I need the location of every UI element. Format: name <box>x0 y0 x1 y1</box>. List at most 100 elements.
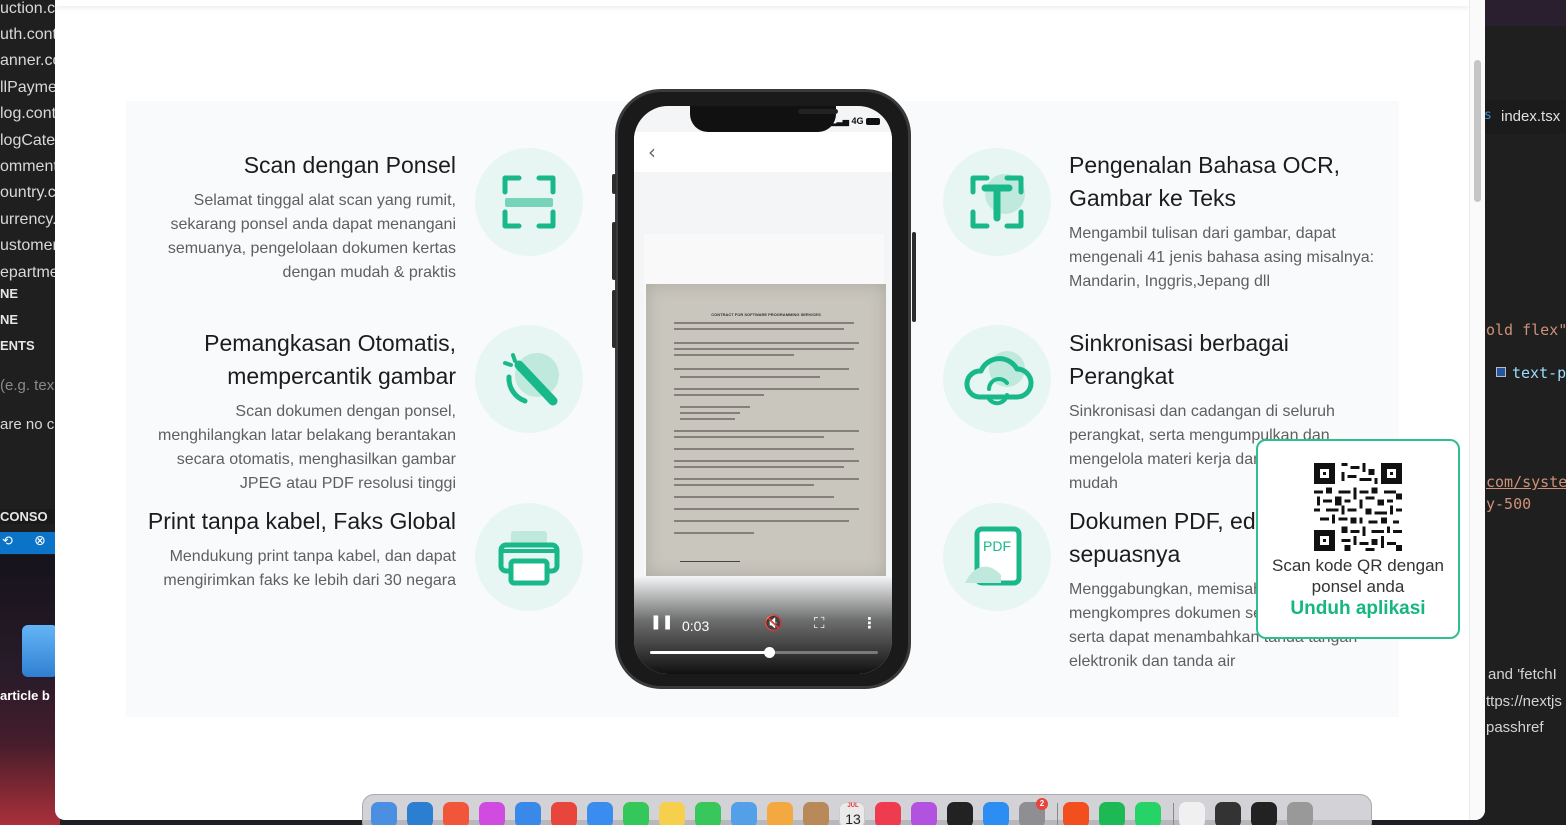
dock-separator <box>1173 803 1174 825</box>
printer-icon <box>475 503 583 611</box>
whatsapp-icon[interactable] <box>1135 802 1161 825</box>
dock-separator <box>1057 803 1058 825</box>
vscode-icon[interactable] <box>407 802 433 825</box>
remote-icon[interactable]: ⟲ <box>2 534 13 549</box>
scan-frame-icon <box>475 148 583 256</box>
podcasts-icon[interactable] <box>911 802 937 825</box>
file-item[interactable]: log.cont <box>0 105 56 123</box>
calendar-icon[interactable]: JUL 13 <box>839 802 865 825</box>
file-item[interactable]: urrency. <box>0 211 57 229</box>
settings-icon[interactable]: 2 <box>1019 798 1048 825</box>
svg-text:PDF: PDF <box>983 538 1011 554</box>
screen-preview-icon[interactable] <box>1251 802 1277 825</box>
video-progress-bar[interactable] <box>650 647 878 658</box>
background-editor-left: uction.c uth.cont anner.co llPayme log.c… <box>0 0 60 825</box>
launchpad-icon[interactable] <box>479 802 505 825</box>
phone-side-button <box>612 222 616 280</box>
fullscreen-icon[interactable]: ⛶ <box>814 614 825 632</box>
text-recognition-icon <box>943 148 1051 256</box>
video-progress-handle[interactable] <box>763 647 775 658</box>
safari-icon[interactable] <box>515 802 541 825</box>
mail-icon[interactable] <box>587 802 613 825</box>
document-icon[interactable] <box>1179 802 1205 825</box>
maps-icon[interactable] <box>731 802 757 825</box>
console-tab[interactable]: CONSO <box>0 509 60 524</box>
pause-icon[interactable]: ❚❚ <box>650 614 673 630</box>
macos-dock: JUL 13 2 <box>362 794 1372 825</box>
terminal-line: and 'fetchI <box>1488 666 1557 683</box>
facetime-icon[interactable] <box>623 802 649 825</box>
video-time: 0:03 <box>682 618 710 634</box>
battery-icon <box>866 118 880 126</box>
qr-code <box>1314 463 1402 551</box>
file-item[interactable]: epartme <box>0 264 59 282</box>
finder-icon[interactable] <box>371 802 397 825</box>
color-swatch-icon <box>1496 367 1506 377</box>
desktop-item-label[interactable]: article b <box>0 688 50 703</box>
code-line: com/syste <box>1486 473 1566 491</box>
file-item[interactable]: uction.c <box>0 0 55 18</box>
panel-caption: ENTS <box>0 338 35 353</box>
feature-title-crop: Pemangkasan Otomatis, mempercantik gamba… <box>204 330 456 389</box>
trash-icon[interactable] <box>1287 802 1313 825</box>
notification-badge: 2 <box>1036 798 1048 810</box>
chrome-icon[interactable] <box>551 802 577 825</box>
signal-icon: ▂▃▅ <box>830 117 849 126</box>
file-item[interactable]: ustomer <box>0 237 58 255</box>
sketch-icon[interactable] <box>443 802 469 825</box>
appstore-icon[interactable] <box>983 802 1009 825</box>
appletv-icon[interactable] <box>947 802 973 825</box>
tab-label: index.tsx <box>1501 108 1561 125</box>
code-line: y-500 <box>1486 495 1532 513</box>
magic-wand-icon <box>475 325 583 433</box>
scrollbar[interactable] <box>1469 0 1485 820</box>
terminal-icon[interactable] <box>1215 802 1241 825</box>
messages-icon[interactable] <box>695 802 721 825</box>
filter-input[interactable]: (e.g. tex <box>0 377 54 394</box>
cloud-sync-icon <box>943 325 1051 433</box>
feature-desc-scan: Selamat tinggal alat scan yang rumit, se… <box>167 192 456 281</box>
panel-caption: NE <box>0 286 19 301</box>
scanned-document: CONTRACT FOR SOFTWARE PROGRAMMING SERVIC… <box>646 284 886 576</box>
calendar-day: 13 <box>845 811 861 825</box>
file-item[interactable]: omment <box>0 158 58 176</box>
back-icon[interactable]: ‹ <box>648 140 656 164</box>
scrollbar-thumb[interactable] <box>1474 60 1481 202</box>
signature <box>680 552 740 562</box>
file-item[interactable]: logCate <box>0 132 55 150</box>
phone-mockup: ▂▃▅ 4G ‹ CONTRACT FOR SOFTWARE PROGRAMMI… <box>612 89 916 689</box>
figma-icon[interactable] <box>1063 802 1089 825</box>
calendar-month: JUL <box>847 803 859 809</box>
file-item[interactable]: anner.co <box>0 52 60 70</box>
file-item[interactable]: ountry.c <box>0 184 56 202</box>
background-editor-right: s index.tsx old flex" text-p com/syste y… <box>1484 0 1566 825</box>
mute-icon[interactable]: 🔇 <box>764 614 783 632</box>
phone-side-button <box>912 232 916 322</box>
status-bar: ⟲ ⊗ <box>0 532 60 554</box>
qr-download-popup: Scan kode QR dengan ponsel anda Unduh ap… <box>1256 439 1460 639</box>
phone-side-button <box>612 174 616 194</box>
file-item[interactable]: llPayme <box>0 79 57 97</box>
error-icon[interactable]: ⊗ <box>34 533 46 549</box>
contacts-icon[interactable] <box>803 802 829 825</box>
tsx-file-icon: s <box>1484 108 1492 123</box>
photos-icon[interactable] <box>767 802 793 825</box>
music-icon[interactable] <box>875 802 901 825</box>
feature-title-ocr: Pengenalan Bahasa OCR, Gambar ke Teks <box>1069 152 1341 211</box>
code-line: old flex" <box>1486 321 1566 339</box>
spotify-icon[interactable] <box>1099 802 1125 825</box>
download-app-link[interactable]: Unduh aplikasi <box>1258 598 1458 620</box>
editor-tab[interactable]: s index.tsx <box>1484 100 1566 134</box>
terminal-line: passhref <box>1486 719 1544 736</box>
folder-icon[interactable] <box>22 625 58 677</box>
pdf-document-icon: PDF <box>943 503 1051 611</box>
terminal-line: ttps://nextjs <box>1486 693 1562 710</box>
feature-title-sync: Sinkronisasi berbagai Perangkat <box>1069 330 1289 389</box>
phone-screen: ▂▃▅ 4G ‹ CONTRACT FOR SOFTWARE PROGRAMMI… <box>634 106 892 674</box>
feature-title-scan: Scan dengan Ponsel <box>243 152 456 178</box>
qr-caption: Scan kode QR dengan ponsel anda <box>1271 556 1444 596</box>
file-item[interactable]: uth.cont <box>0 26 57 44</box>
notes-icon[interactable] <box>659 802 685 825</box>
more-options-icon[interactable]: ⋮ <box>862 614 877 632</box>
feature-desc-ocr: Mengambil tulisan dari gambar, dapat men… <box>1069 225 1375 290</box>
